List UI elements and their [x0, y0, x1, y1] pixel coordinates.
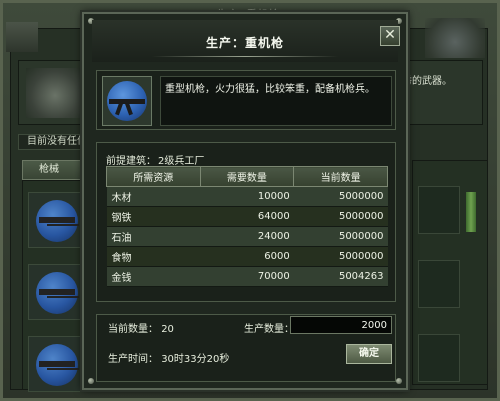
- background-description-fragment: 秀的武器。: [402, 76, 452, 87]
- column-header-current: 当前数量: [293, 166, 388, 187]
- rivet-icon: [88, 378, 94, 384]
- production-time-value: 30时33分20秒: [161, 354, 230, 365]
- required-amount: 10000: [200, 186, 294, 207]
- resource-name: 食物: [106, 246, 201, 267]
- weapon-list-item[interactable]: [28, 336, 84, 392]
- table-row: 钢铁 64000 5000000: [106, 206, 388, 227]
- unit-description: 重型机枪，火力很猛，比较笨重，配备机枪兵。: [160, 76, 392, 126]
- production-time-label: 生产时间：: [108, 354, 158, 365]
- table-row: 石油 24000 5000000: [106, 226, 388, 247]
- right-list-cell[interactable]: [418, 260, 460, 308]
- production-quantity-input[interactable]: [290, 316, 392, 334]
- confirm-button[interactable]: 确定: [346, 344, 392, 364]
- heavy-machine-gun-icon: [102, 76, 152, 126]
- resource-table: 所需资源 需要数量 当前数量 木材 10000 5000000 钢铁 64000…: [106, 166, 388, 287]
- resource-name: 金钱: [106, 266, 201, 287]
- title-divider: [152, 56, 338, 57]
- weapon-list-item[interactable]: [28, 192, 84, 248]
- current-amount: 5000000: [293, 186, 388, 207]
- table-row: 木材 10000 5000000: [106, 186, 388, 207]
- dialog-header: 生产：重机枪: [92, 20, 398, 62]
- production-dialog: 生产：重机枪 ✕ 重型机枪，火力很猛，比较笨重，配备机枪兵。 前提建筑： 2级兵工…: [82, 12, 408, 390]
- right-list-cell[interactable]: [418, 334, 460, 382]
- weapon-list-item[interactable]: [28, 264, 84, 320]
- required-amount: 24000: [200, 226, 294, 247]
- resource-name: 石油: [106, 226, 201, 247]
- building-thumbnail: [6, 22, 38, 52]
- prerequisite-building: 前提建筑： 2级兵工厂: [106, 152, 306, 167]
- required-amount: 64000: [200, 206, 294, 227]
- current-amount: 5000000: [293, 246, 388, 267]
- vehicle-thumbnail: [425, 18, 485, 58]
- current-amount: 5000000: [293, 206, 388, 227]
- dialog-title: 生产：重机枪: [205, 36, 284, 50]
- factory-unit-thumbnail: [26, 68, 84, 118]
- current-amount: 5000000: [293, 226, 388, 247]
- right-list-cell[interactable]: [418, 186, 460, 234]
- scrollbar-thumb[interactable]: [466, 192, 476, 232]
- current-quantity-label: 当前数量：: [108, 324, 158, 335]
- column-header-required: 需要数量: [199, 166, 295, 187]
- current-quantity: 当前数量： 20: [108, 320, 218, 335]
- table-row: 食物 6000 5000000: [106, 246, 388, 267]
- tab-firearms[interactable]: 枪械: [22, 160, 86, 180]
- required-amount: 70000: [200, 266, 294, 287]
- current-amount: 5004263: [293, 266, 388, 287]
- table-row: 金钱 70000 5004263: [106, 266, 388, 287]
- resource-name: 钢铁: [106, 206, 201, 227]
- close-button[interactable]: ✕: [380, 26, 400, 46]
- production-time: 生产时间： 30时33分20秒: [108, 350, 308, 365]
- rivet-icon: [396, 378, 402, 384]
- required-amount: 6000: [200, 246, 294, 267]
- current-quantity-value: 20: [161, 324, 174, 335]
- column-header-resource: 所需资源: [106, 166, 201, 187]
- resource-name: 木材: [106, 186, 201, 207]
